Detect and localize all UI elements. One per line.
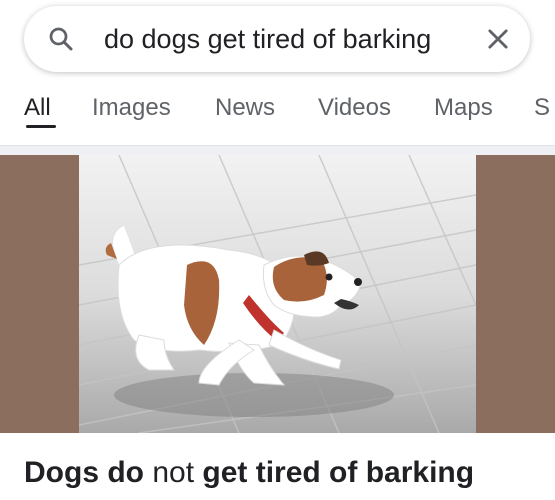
result-title-part: not xyxy=(144,456,203,489)
tab-news[interactable]: News xyxy=(215,94,275,122)
result-title-part: Dogs do xyxy=(24,456,144,489)
search-tabs: All Images News Videos Maps S xyxy=(0,86,555,136)
featured-image-band[interactable] xyxy=(0,155,555,433)
divider xyxy=(0,145,555,155)
search-input[interactable]: do dogs get tired of barking xyxy=(104,6,470,72)
tab-videos[interactable]: Videos xyxy=(318,94,391,122)
result-title[interactable]: Dogs do not get tired of barking xyxy=(24,456,474,490)
result-title-part: get tired of barking xyxy=(202,456,475,489)
search-icon[interactable] xyxy=(46,24,76,54)
tab-images[interactable]: Images xyxy=(92,94,171,122)
active-tab-indicator xyxy=(26,125,56,128)
tab-all[interactable]: All xyxy=(24,94,51,122)
search-bar[interactable]: do dogs get tired of barking xyxy=(24,6,530,72)
dog-barking-image[interactable] xyxy=(79,155,476,433)
tab-maps[interactable]: Maps xyxy=(434,94,493,122)
tab-shopping[interactable]: S xyxy=(534,94,550,122)
close-icon[interactable] xyxy=(484,25,512,53)
